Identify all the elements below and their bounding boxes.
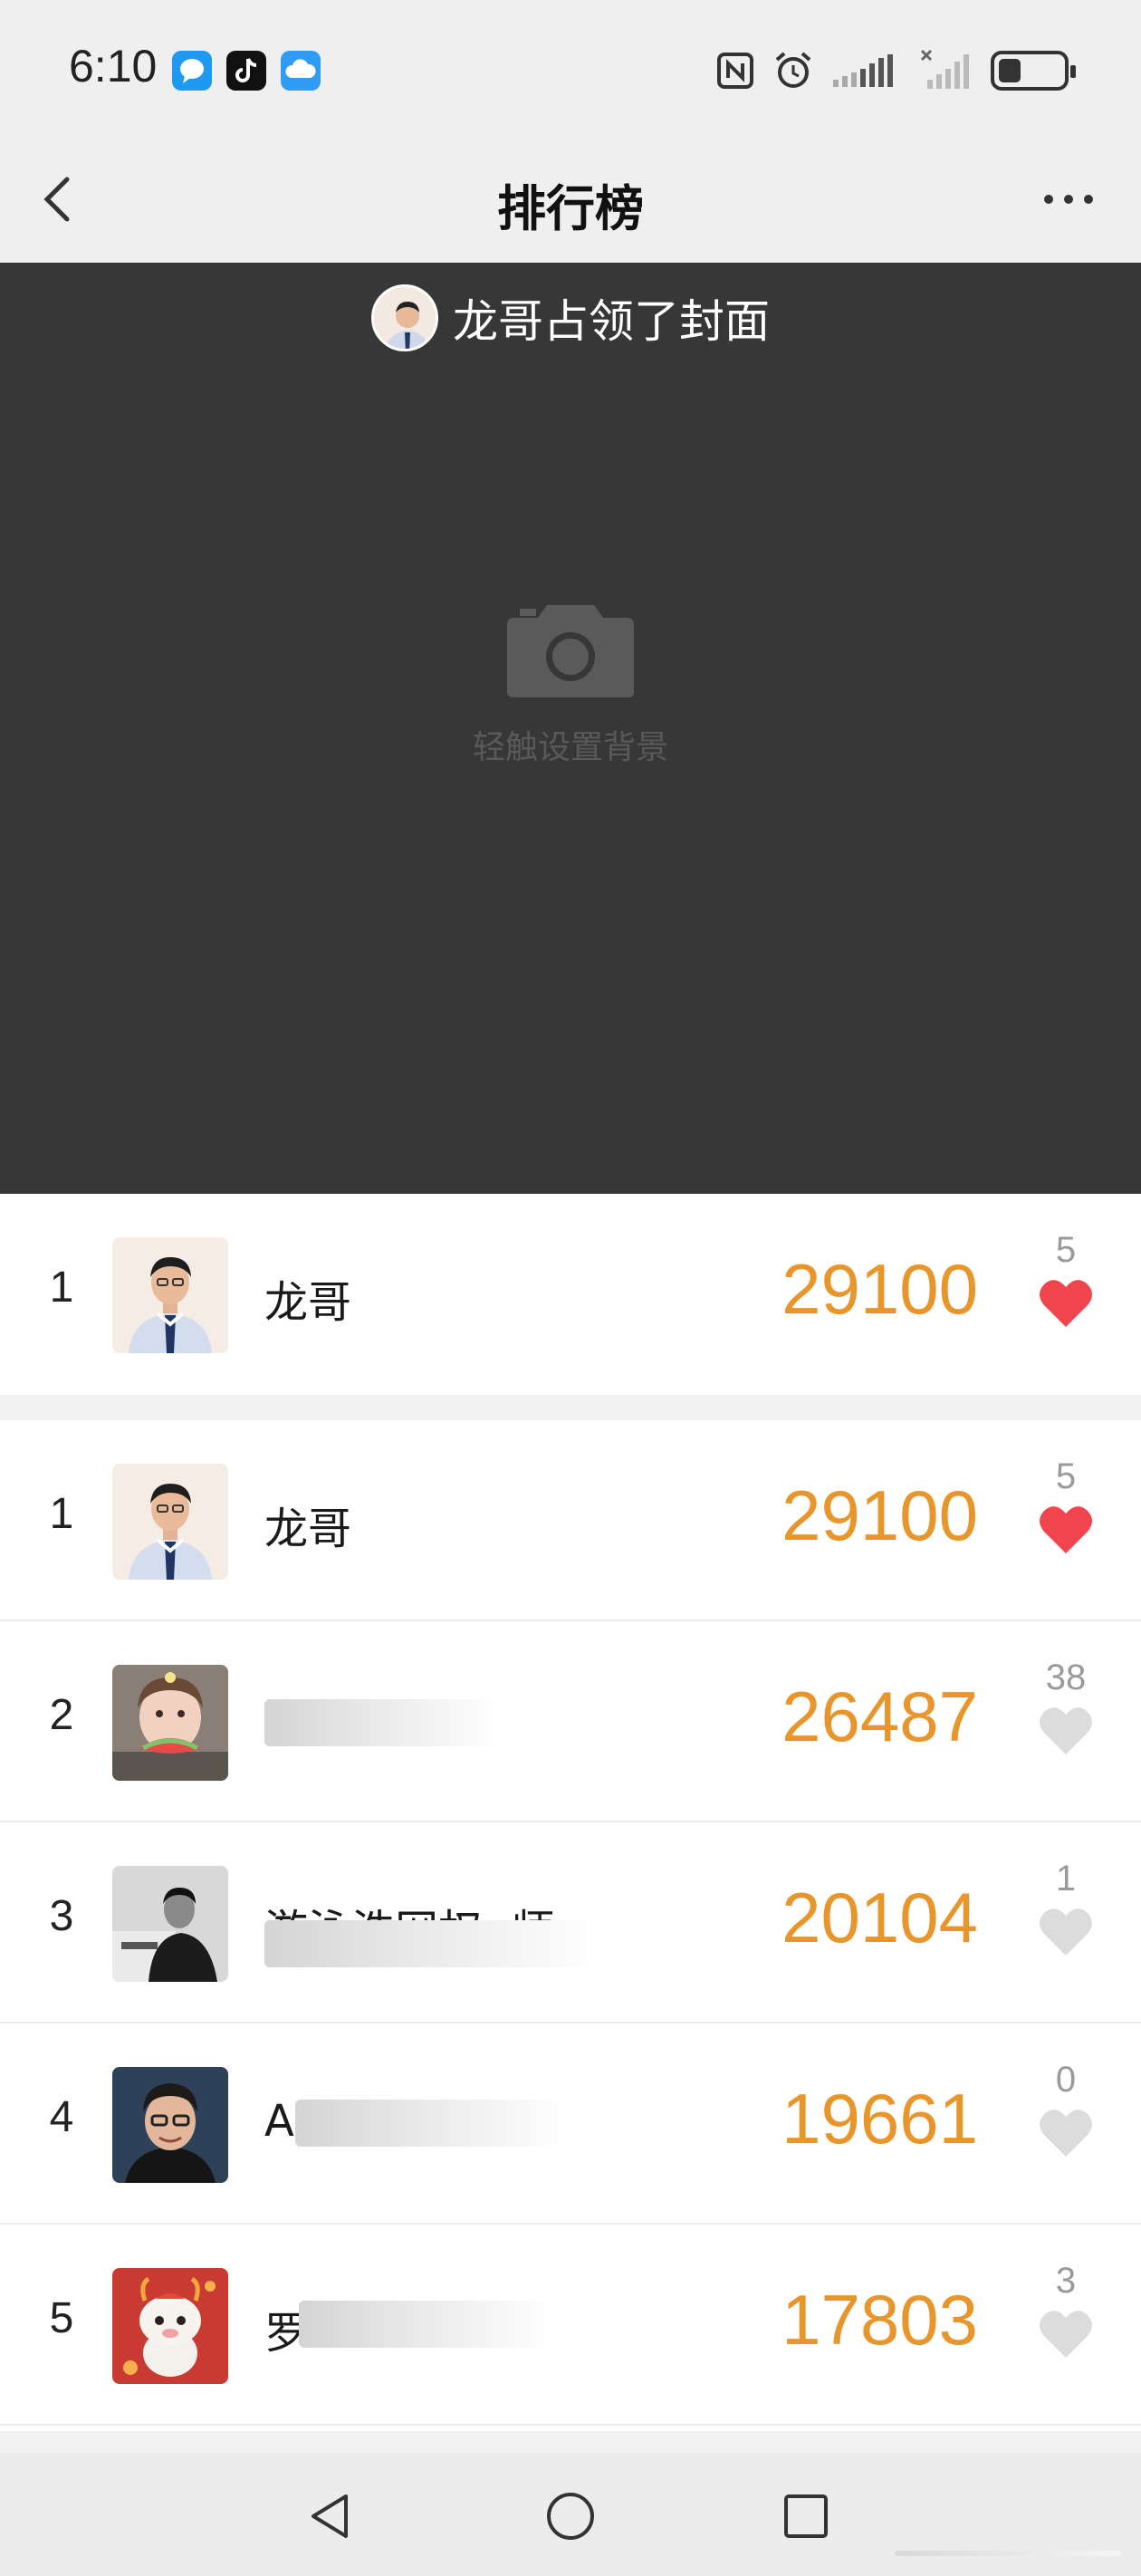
signal-no-service-icon xyxy=(920,49,969,89)
blurred-player-name xyxy=(299,2301,552,2348)
ranking-row[interactable]: 3 游泳浩网权▪师 20104 1 xyxy=(0,1822,1141,2023)
cover-background-area[interactable]: 龙哥占领了封面 轻触设置背景 xyxy=(0,263,1141,1194)
nfc-icon xyxy=(717,53,753,89)
cloud-app-icon xyxy=(281,51,321,91)
player-name: A xyxy=(264,2096,294,2147)
player-name: 龙哥 xyxy=(264,1277,352,1328)
blurred-player-name xyxy=(264,1699,500,1746)
avatar[interactable] xyxy=(112,1665,228,1781)
player-score: 29100 xyxy=(781,1475,978,1555)
ranking-row[interactable]: 2 26487 38 xyxy=(0,1621,1141,1822)
more-dots-icon xyxy=(1044,195,1093,204)
like-count: 5 xyxy=(1055,1230,1077,1270)
heart-icon xyxy=(1040,1707,1092,1754)
home-circle-icon[interactable] xyxy=(543,2489,598,2543)
like-button[interactable]: 0 xyxy=(1034,2060,1098,2158)
like-count: 0 xyxy=(1055,2060,1077,2100)
ranking-list: 1 龙哥 29100 5 2 26487 38 3 20104 1 4 A 19… xyxy=(0,1420,1141,2431)
rank-number: 1 xyxy=(49,1490,74,1538)
like-button[interactable]: 1 xyxy=(1034,1859,1098,1957)
recents-square-icon[interactable] xyxy=(779,2489,833,2543)
back-triangle-icon[interactable] xyxy=(304,2489,359,2543)
heart-icon xyxy=(1040,1506,1092,1553)
blurred-player-name xyxy=(264,1920,599,1967)
cover-banner-text: 龙哥占领了封面 xyxy=(453,295,770,348)
blurred-player-name xyxy=(295,2100,567,2147)
signal-icon xyxy=(833,54,893,87)
battery-level xyxy=(999,59,1021,82)
heart-icon xyxy=(1040,1280,1092,1327)
battery-icon xyxy=(991,51,1076,91)
like-count: 3 xyxy=(1055,2261,1077,2301)
ranking-row[interactable]: 5 罗 17803 3 xyxy=(0,2225,1141,2426)
player-score: 19661 xyxy=(781,2079,978,2158)
player-name: 龙哥 xyxy=(264,1504,352,1554)
heart-icon xyxy=(1040,2110,1092,2157)
avatar[interactable] xyxy=(112,1866,228,1982)
avatar[interactable] xyxy=(112,1237,228,1353)
camera-icon[interactable] xyxy=(503,600,638,699)
status-time: 6:10 xyxy=(69,41,158,91)
cover-banner: 龙哥占领了封面 xyxy=(0,284,1141,351)
tiktok-app-icon xyxy=(226,51,266,91)
player-score: 26487 xyxy=(781,1677,978,1756)
heart-icon xyxy=(1040,1908,1092,1956)
rank-number: 2 xyxy=(49,1691,74,1739)
top-nav-bar: 排行榜 xyxy=(0,136,1141,263)
my-rank-card[interactable]: 1 龙哥 29100 5 xyxy=(0,1194,1141,1395)
page-title: 排行榜 xyxy=(497,180,644,237)
status-bar: 6:10 xyxy=(0,0,1141,136)
cover-avatar xyxy=(371,284,438,351)
avatar[interactable] xyxy=(112,2268,228,2384)
like-button[interactable]: 5 xyxy=(1034,1230,1098,1329)
rank-number: 3 xyxy=(49,1892,74,1940)
status-indicators xyxy=(715,47,1076,94)
more-options-button[interactable] xyxy=(1032,172,1105,226)
player-score: 20104 xyxy=(781,1878,978,1957)
rank-number: 4 xyxy=(49,2093,74,2141)
avatar[interactable] xyxy=(112,1464,228,1580)
rank-number: 1 xyxy=(49,1264,74,1312)
heart-icon xyxy=(1040,2311,1092,2358)
like-button[interactable]: 38 xyxy=(1034,1658,1098,1756)
like-button[interactable]: 5 xyxy=(1034,1456,1098,1555)
player-score: 17803 xyxy=(781,2280,978,2360)
like-count: 5 xyxy=(1055,1456,1077,1496)
ranking-row[interactable]: 4 A 19661 0 xyxy=(0,2023,1141,2225)
avatar[interactable] xyxy=(112,2067,228,2183)
like-count: 38 xyxy=(1045,1658,1087,1697)
player-score: 29100 xyxy=(781,1249,978,1329)
set-background-hint[interactable]: 轻触设置背景 xyxy=(0,721,1141,768)
like-count: 1 xyxy=(1055,1859,1077,1898)
alarm-icon xyxy=(775,52,811,88)
rank-number: 5 xyxy=(49,2294,74,2342)
ranking-row[interactable]: 1 龙哥 29100 5 xyxy=(0,1420,1141,1621)
gesture-handle xyxy=(895,2551,1121,2556)
chat-bubble-app-icon xyxy=(172,51,212,91)
like-button[interactable]: 3 xyxy=(1034,2261,1098,2360)
system-navigation-bar xyxy=(0,2453,1141,2576)
